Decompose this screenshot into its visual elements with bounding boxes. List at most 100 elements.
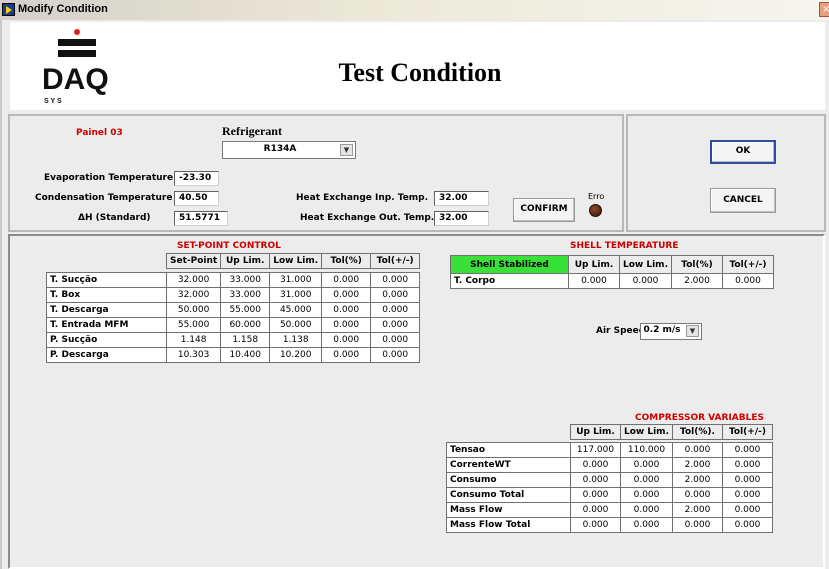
tol-abs-cell[interactable]: 0.000 bbox=[721, 487, 773, 503]
low-lim-cell[interactable]: 0.000 bbox=[620, 487, 673, 503]
hx-out-field[interactable]: 32.00 bbox=[434, 211, 489, 226]
setpoint-title: SET-POINT CONTROL bbox=[177, 241, 281, 251]
up-lim-cell[interactable]: 0.000 bbox=[570, 457, 621, 473]
tol-pct-cell[interactable]: 0.000 bbox=[671, 442, 723, 458]
tol-pct-cell[interactable]: 2.000 bbox=[671, 502, 723, 518]
col-header: Up Lim. bbox=[570, 424, 621, 440]
low-lim-cell[interactable]: 10.200 bbox=[269, 347, 323, 363]
tol-abs-cell[interactable]: 0.000 bbox=[370, 287, 421, 303]
tol-pct-cell[interactable]: 0.000 bbox=[321, 347, 372, 363]
low-lim-cell[interactable]: 0.000 bbox=[619, 273, 672, 289]
row-label: T. Descarga bbox=[46, 302, 167, 318]
up-lim-cell[interactable]: 0.000 bbox=[568, 273, 620, 289]
tol-abs-cell[interactable]: 0.000 bbox=[721, 442, 773, 458]
low-lim-cell[interactable]: 31.000 bbox=[269, 272, 323, 288]
up-lim-cell[interactable]: 10.400 bbox=[220, 347, 271, 363]
tol-abs-cell[interactable]: 0.000 bbox=[370, 332, 421, 348]
table-header-row: Shell Stabilized Up Lim. Low Lim. Tol(%)… bbox=[450, 255, 774, 274]
row-label: Tensao bbox=[446, 442, 571, 458]
table-row: Mass Flow 0.000 0.000 2.000 0.000 bbox=[446, 502, 773, 518]
row-label: Mass Flow bbox=[446, 502, 571, 518]
close-icon[interactable]: × bbox=[819, 2, 829, 17]
chevron-down-icon[interactable]: ▼ bbox=[686, 325, 699, 337]
up-lim-cell[interactable]: 1.158 bbox=[220, 332, 271, 348]
chevron-down-icon[interactable]: ▼ bbox=[340, 144, 353, 156]
setpoint-cell[interactable]: 50.000 bbox=[165, 302, 222, 318]
up-lim-cell[interactable]: 0.000 bbox=[570, 502, 621, 518]
row-label: T. Corpo bbox=[450, 273, 569, 289]
hx-inp-field[interactable]: 32.00 bbox=[434, 191, 489, 206]
refrigerant-value: R134A bbox=[263, 144, 297, 154]
setpoint-cell[interactable]: 32.000 bbox=[165, 287, 222, 303]
col-header: Low Lim. bbox=[620, 424, 673, 440]
tol-abs-cell[interactable]: 0.000 bbox=[370, 272, 421, 288]
cond-temp-label: Condensation Temperature bbox=[35, 193, 173, 203]
tol-pct-cell[interactable]: 0.000 bbox=[321, 302, 372, 318]
table-row: T. Descarga 50.000 55.000 45.000 0.000 0… bbox=[46, 302, 421, 318]
actions-panel: OK CANCEL bbox=[626, 114, 826, 232]
hx-out-label: Heat Exchange Out. Temp. bbox=[300, 213, 435, 223]
col-header: Tol(%) bbox=[321, 253, 372, 269]
tol-abs-cell[interactable]: 0.000 bbox=[370, 347, 421, 363]
app-icon bbox=[2, 3, 15, 16]
logo-sub: S Y S bbox=[44, 98, 62, 105]
air-speed-value: 0.2 m/s bbox=[643, 325, 681, 335]
refrigerant-select[interactable]: R134A ▼ bbox=[222, 141, 356, 159]
tol-abs-cell[interactable]: 0.000 bbox=[721, 472, 773, 488]
up-lim-cell[interactable]: 0.000 bbox=[570, 487, 621, 503]
row-label: P. Descarga bbox=[46, 347, 167, 363]
cond-temp-field[interactable]: 40.50 bbox=[174, 191, 219, 206]
up-lim-cell[interactable]: 33.000 bbox=[220, 272, 271, 288]
up-lim-cell[interactable]: 55.000 bbox=[220, 302, 271, 318]
shell-table: Shell Stabilized Up Lim. Low Lim. Tol(%)… bbox=[450, 255, 774, 289]
low-lim-cell[interactable]: 0.000 bbox=[620, 457, 673, 473]
tol-abs-cell[interactable]: 0.000 bbox=[370, 317, 421, 333]
up-lim-cell[interactable]: 0.000 bbox=[570, 517, 621, 533]
table-row: Tensao 117.000 110.000 0.000 0.000 bbox=[446, 442, 773, 458]
col-header: Low Lim. bbox=[269, 253, 323, 269]
tol-abs-cell[interactable]: 0.000 bbox=[721, 517, 773, 533]
tol-pct-cell[interactable]: 2.000 bbox=[671, 472, 723, 488]
delta-h-field[interactable]: 51.5771 bbox=[174, 211, 228, 226]
table-row: Mass Flow Total 0.000 0.000 0.000 0.000 bbox=[446, 517, 773, 533]
tol-pct-cell[interactable]: 0.000 bbox=[321, 317, 372, 333]
setpoint-cell[interactable]: 10.303 bbox=[165, 347, 222, 363]
low-lim-cell[interactable]: 110.000 bbox=[620, 442, 673, 458]
tol-pct-cell[interactable]: 0.000 bbox=[671, 517, 723, 533]
row-label: T. Entrada MFM bbox=[46, 317, 167, 333]
tol-pct-cell[interactable]: 0.000 bbox=[321, 272, 372, 288]
window-body: DAQ S Y S Test Condition Painel 03 Refri… bbox=[0, 20, 829, 569]
low-lim-cell[interactable]: 0.000 bbox=[620, 502, 673, 518]
tol-pct-cell[interactable]: 0.000 bbox=[321, 287, 372, 303]
setpoint-cell[interactable]: 1.148 bbox=[165, 332, 222, 348]
low-lim-cell[interactable]: 45.000 bbox=[269, 302, 323, 318]
up-lim-cell[interactable]: 0.000 bbox=[570, 472, 621, 488]
tol-pct-cell[interactable]: 2.000 bbox=[671, 457, 723, 473]
low-lim-cell[interactable]: 1.138 bbox=[269, 332, 323, 348]
header: DAQ S Y S Test Condition bbox=[10, 22, 825, 110]
up-lim-cell[interactable]: 60.000 bbox=[220, 317, 271, 333]
up-lim-cell[interactable]: 33.000 bbox=[220, 287, 271, 303]
air-speed-select[interactable]: 0.2 m/s ▼ bbox=[640, 323, 702, 340]
up-lim-cell[interactable]: 117.000 bbox=[570, 442, 621, 458]
confirm-button[interactable]: CONFIRM bbox=[513, 198, 575, 222]
low-lim-cell[interactable]: 50.000 bbox=[269, 317, 323, 333]
ok-button[interactable]: OK bbox=[710, 140, 776, 164]
low-lim-cell[interactable]: 31.000 bbox=[269, 287, 323, 303]
tol-pct-cell[interactable]: 0.000 bbox=[321, 332, 372, 348]
delta-h-label: ΔH (Standard) bbox=[78, 213, 151, 223]
tol-abs-cell[interactable]: 0.000 bbox=[370, 302, 421, 318]
error-label: Erro bbox=[588, 192, 605, 201]
setpoint-cell[interactable]: 32.000 bbox=[165, 272, 222, 288]
low-lim-cell[interactable]: 0.000 bbox=[620, 517, 673, 533]
evap-temp-field[interactable]: -23.30 bbox=[174, 171, 219, 186]
cancel-button[interactable]: CANCEL bbox=[710, 188, 776, 213]
low-lim-cell[interactable]: 0.000 bbox=[620, 472, 673, 488]
tol-abs-cell[interactable]: 0.000 bbox=[721, 457, 773, 473]
tol-pct-cell[interactable]: 2.000 bbox=[670, 273, 723, 289]
tol-pct-cell[interactable]: 0.000 bbox=[671, 487, 723, 503]
setpoint-cell[interactable]: 55.000 bbox=[165, 317, 222, 333]
tol-abs-cell[interactable]: 0.000 bbox=[721, 273, 774, 289]
hx-inp-label: Heat Exchange Inp. Temp. bbox=[296, 193, 429, 203]
tol-abs-cell[interactable]: 0.000 bbox=[721, 502, 773, 518]
